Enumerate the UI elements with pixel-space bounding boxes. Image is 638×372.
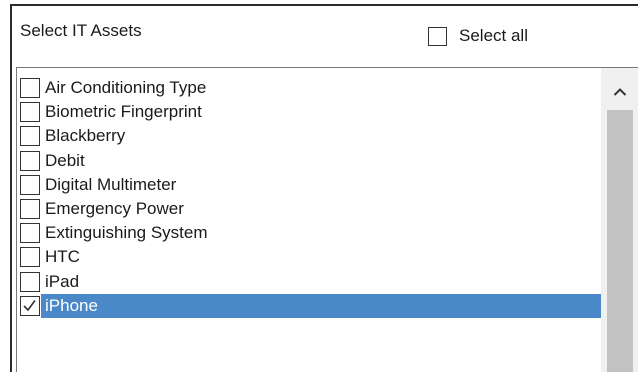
list-item-label[interactable]: Biometric Fingerprint xyxy=(45,100,202,124)
item-checkbox[interactable] xyxy=(20,295,40,316)
list-item-label[interactable]: Debit xyxy=(45,149,85,173)
item-checkbox[interactable] xyxy=(20,247,40,268)
list-item-label[interactable]: HTC xyxy=(45,245,80,269)
list-item[interactable]: iPhone xyxy=(17,293,601,318)
list-item[interactable]: Extinguishing System xyxy=(17,221,601,245)
item-checkbox[interactable] xyxy=(20,223,40,244)
scrollbar-thumb[interactable] xyxy=(607,110,633,372)
chevron-up-icon xyxy=(613,88,627,96)
list-item[interactable]: Blackberry xyxy=(17,124,601,148)
list-item-label[interactable]: Air Conditioning Type xyxy=(45,76,206,100)
list-item-label[interactable]: Extinguishing System xyxy=(45,221,208,245)
list-item-label[interactable]: iPad xyxy=(45,270,79,294)
list-item[interactable]: Debit xyxy=(17,149,601,173)
checkmark-icon xyxy=(23,299,36,311)
item-checkbox[interactable] xyxy=(20,150,40,171)
item-checkbox[interactable] xyxy=(20,102,40,123)
select-all-box[interactable] xyxy=(428,26,447,46)
list-item-label[interactable]: Blackberry xyxy=(45,124,125,148)
select-all-label[interactable]: Select all xyxy=(459,26,528,46)
scroll-up-button[interactable] xyxy=(601,76,638,108)
item-checkbox[interactable] xyxy=(20,78,40,98)
list-item-label[interactable]: Digital Multimeter xyxy=(45,173,176,197)
item-checkbox[interactable] xyxy=(20,174,40,195)
item-checkbox[interactable] xyxy=(20,198,40,219)
selection-highlight xyxy=(41,293,601,318)
list-item[interactable]: iPad xyxy=(17,270,601,294)
list-item-label[interactable]: iPhone xyxy=(45,294,98,318)
list-item[interactable]: Biometric Fingerprint xyxy=(17,100,601,124)
item-checkbox[interactable] xyxy=(20,126,40,147)
asset-list: Air Conditioning Type Biometric Fingerpri… xyxy=(17,76,601,318)
asset-list-box: Air Conditioning Type Biometric Fingerpri… xyxy=(16,67,638,372)
list-item[interactable]: Emergency Power xyxy=(17,197,601,221)
panel-title: Select IT Assets xyxy=(20,21,142,40)
list-item[interactable]: Digital Multimeter xyxy=(17,173,601,197)
it-assets-panel: Select IT Assets Select all Air Conditio… xyxy=(0,0,638,372)
vertical-scrollbar[interactable] xyxy=(601,68,638,372)
list-item[interactable]: Air Conditioning Type xyxy=(17,76,601,100)
list-item[interactable]: HTC xyxy=(17,245,601,269)
item-checkbox[interactable] xyxy=(20,271,40,292)
select-all-checkbox[interactable]: Select all xyxy=(428,24,528,48)
list-item-label[interactable]: Emergency Power xyxy=(45,197,184,221)
